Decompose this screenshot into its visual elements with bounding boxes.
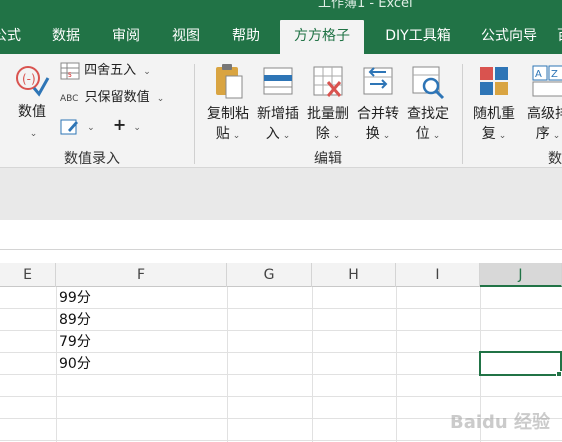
numeric-group-label: 数值录入 <box>64 151 120 167</box>
group-separator <box>194 64 195 164</box>
tab-review[interactable]: 审阅 <box>106 18 146 54</box>
chevron-down-icon: ⌄ <box>282 131 291 141</box>
chevron-down-icon[interactable]: ⌄ <box>87 123 95 133</box>
active-cell-selection[interactable] <box>479 351 562 376</box>
column-header-row: E F G H I J <box>0 263 562 287</box>
column-header-e[interactable]: E <box>0 263 56 287</box>
random-repeat-label-2: 复 <box>481 126 496 142</box>
round-button[interactable]: 5 四舍五入 ⌄ <box>60 60 151 82</box>
chevron-down-icon: ⌄ <box>143 67 151 77</box>
keep-numbers-label: 只保留数值 <box>84 90 150 105</box>
abc-icon: ABC <box>60 94 79 104</box>
svg-text:A: A <box>535 69 542 80</box>
toolbar-area <box>0 168 562 220</box>
copy-paste-button[interactable]: 复制粘 贴 ⌄ <box>204 62 252 146</box>
chevron-down-icon: ⌄ <box>29 129 38 139</box>
tab-data[interactable]: 数据 <box>46 18 86 54</box>
plus-icon[interactable]: + <box>113 115 126 134</box>
fill-handle[interactable] <box>556 371 562 377</box>
sort-az-icon: A Z <box>532 65 562 97</box>
round-icon: 5 <box>60 62 80 79</box>
column-header-j[interactable]: J <box>480 263 562 287</box>
tab-more[interactable]: 百 <box>554 18 562 54</box>
title-bar: 工作簿1 - Excel <box>0 0 562 18</box>
edit-group-label: 编辑 <box>314 151 342 167</box>
formula-bar[interactable] <box>0 220 562 250</box>
tab-formulas[interactable]: 公式 <box>0 18 24 54</box>
batch-delete-label-2: 除 <box>315 126 330 142</box>
column-header-h[interactable]: H <box>312 263 396 287</box>
new-insert-button[interactable]: 新增插 入 ⌄ <box>254 62 302 146</box>
cell-f3[interactable]: 79分 <box>59 331 91 353</box>
tab-view[interactable]: 视图 <box>166 18 206 54</box>
data-group-label: 数 <box>548 151 562 167</box>
round-label: 四舍五入 <box>84 63 137 78</box>
new-insert-label-2: 入 <box>265 126 280 142</box>
chevron-down-icon: ⌄ <box>498 131 507 141</box>
merge-convert-button[interactable]: 合并转 换 ⌄ <box>354 62 402 146</box>
keep-numbers-button[interactable]: ABC 只保留数值 ⌄ <box>60 87 164 109</box>
advanced-sort-button[interactable]: A Z 高级排 序⌄ <box>524 62 562 146</box>
batch-delete-button[interactable]: 批量删 除 ⌄ <box>304 62 352 146</box>
format-tools-row: ⌄ + ⌄ <box>60 114 141 136</box>
column-header-f[interactable]: F <box>56 263 227 287</box>
chevron-down-icon: ⌄ <box>332 131 341 141</box>
tab-fangfange[interactable]: 方方格子 <box>280 20 364 54</box>
batch-delete-label-1: 批量删 <box>307 106 349 122</box>
tab-formula-wizard[interactable]: 公式向导 <box>474 18 544 54</box>
svg-text:Z: Z <box>551 69 558 80</box>
cell-f4[interactable]: 90分 <box>59 353 91 375</box>
new-insert-label-1: 新增插 <box>257 106 299 122</box>
numeric-button[interactable]: (-) 数值 ⌄ <box>10 62 54 144</box>
edit-box-icon[interactable] <box>60 118 80 136</box>
group-separator <box>462 64 463 164</box>
window-title: 工作簿1 - Excel <box>318 0 413 11</box>
numeric-button-label: 数值 <box>18 104 46 120</box>
random-repeat-icon <box>480 67 508 95</box>
find-locate-label-2: 位 <box>415 126 430 142</box>
copy-paste-label-2: 贴 <box>215 126 230 142</box>
numeric-icon: (-) <box>16 66 50 97</box>
merge-convert-label-1: 合并转 <box>357 106 399 122</box>
copy-paste-label-1: 复制粘 <box>207 106 249 122</box>
column-header-i[interactable]: I <box>396 263 480 287</box>
tab-help[interactable]: 帮助 <box>226 18 266 54</box>
chevron-down-icon: ⌄ <box>382 131 391 141</box>
tab-diy-toolbox[interactable]: DIY工具箱 <box>376 18 460 54</box>
clipboard-icon <box>216 64 243 99</box>
advanced-sort-label-1: 高级排 <box>527 106 562 122</box>
random-repeat-label-1: 随机重 <box>473 106 515 122</box>
chevron-down-icon: ⌄ <box>232 131 241 141</box>
find-icon <box>412 66 445 100</box>
merge-convert-icon <box>363 67 393 95</box>
advanced-sort-label-2: 序 <box>535 126 550 142</box>
svg-text:5: 5 <box>68 72 72 79</box>
find-locate-button[interactable]: 查找定 位 ⌄ <box>404 62 452 146</box>
chevron-down-icon: ⌄ <box>156 94 165 104</box>
cell-f1[interactable]: 99分 <box>59 287 91 309</box>
find-locate-label-1: 查找定 <box>407 106 449 122</box>
watermark: Baidu 经验 <box>449 412 550 433</box>
chevron-down-icon: ⌄ <box>552 131 561 141</box>
svg-text:(-): (-) <box>22 72 36 86</box>
column-header-g[interactable]: G <box>227 263 312 287</box>
random-repeat-button[interactable]: 随机重 复 ⌄ <box>472 62 516 146</box>
ribbon: (-) 数值 ⌄ 5 四舍五入 ⌄ ABC 只保留数值 ⌄ ⌄ + ⌄ 数值录入 <box>0 54 562 168</box>
chevron-down-icon: ⌄ <box>432 131 441 141</box>
insert-rows-icon <box>263 67 293 95</box>
batch-delete-icon <box>313 66 343 97</box>
ribbon-tab-row: 公式 数据 审阅 视图 帮助 方方格子 DIY工具箱 公式向导 百 <box>0 18 562 54</box>
chevron-down-icon[interactable]: ⌄ <box>133 123 141 133</box>
merge-convert-label-2: 换 <box>365 126 380 142</box>
cell-f2[interactable]: 89分 <box>59 309 91 331</box>
